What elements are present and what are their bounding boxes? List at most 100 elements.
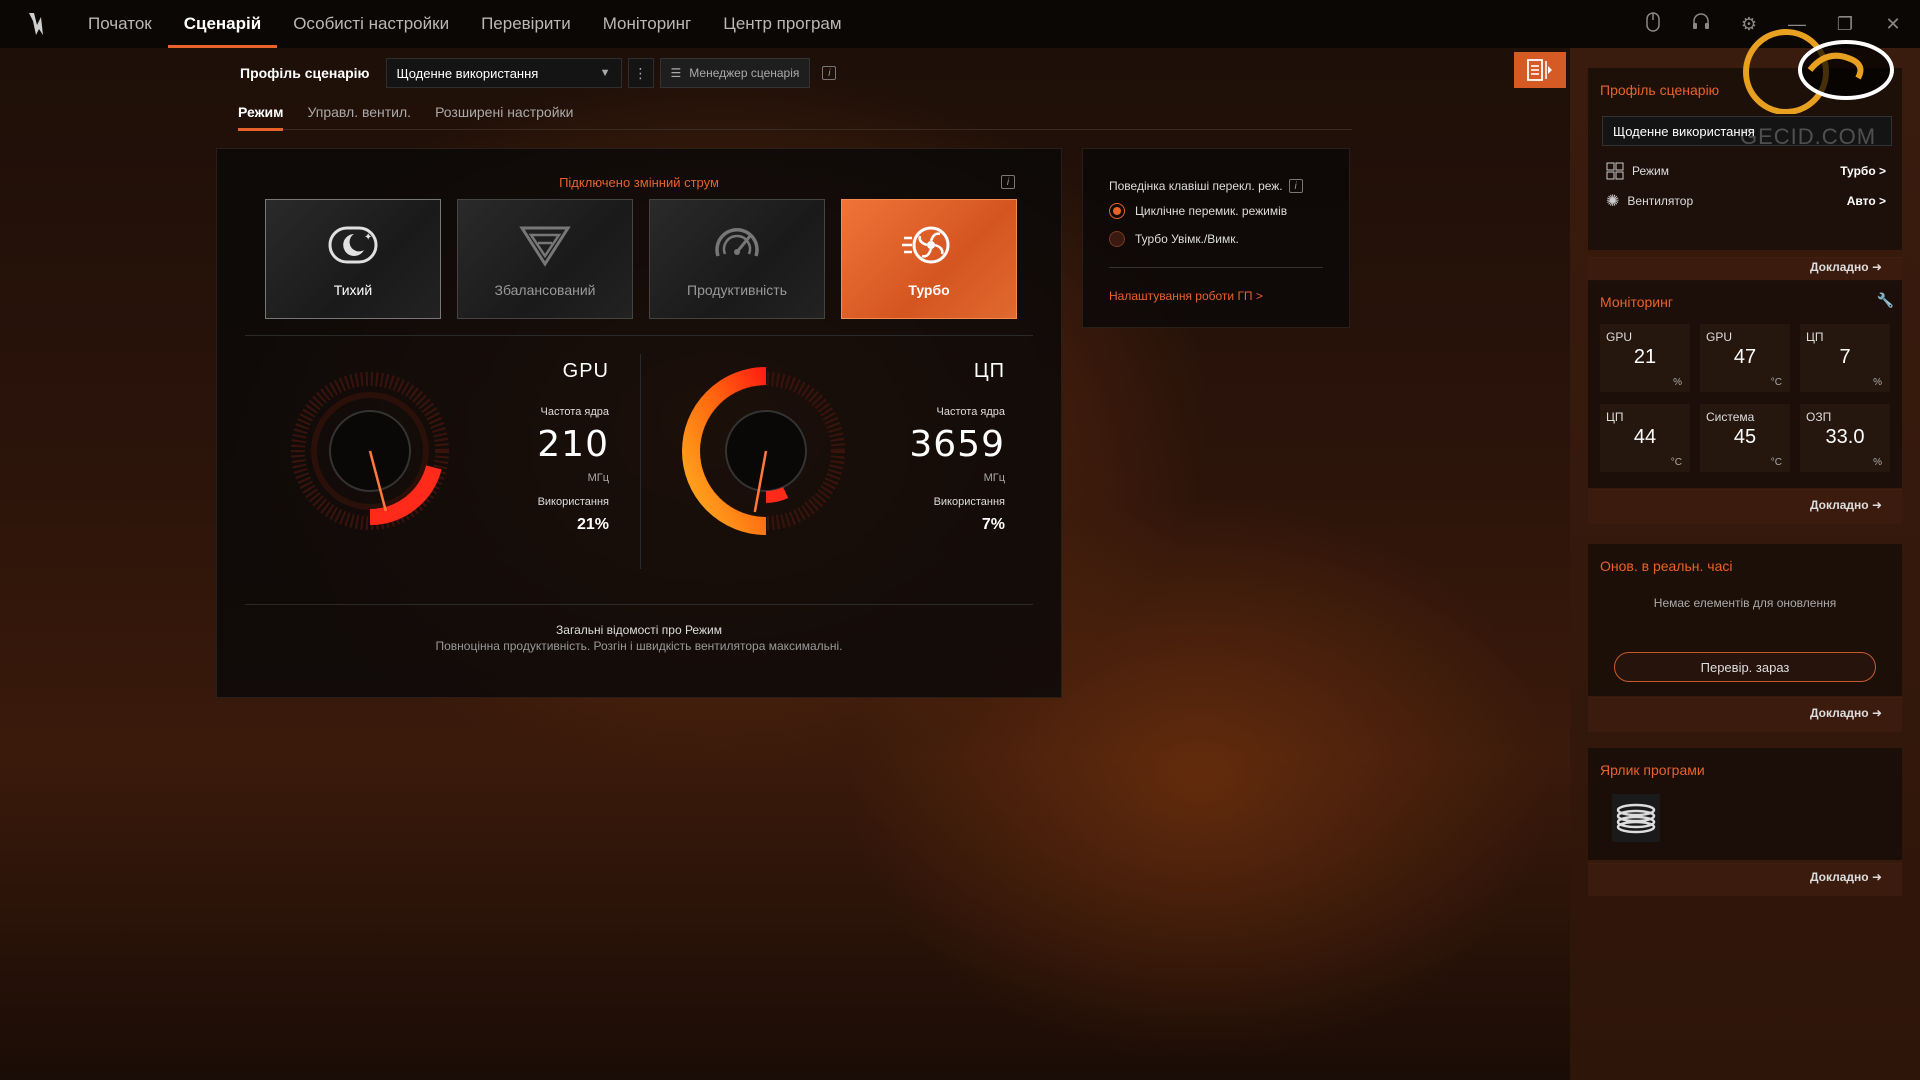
mode-panel: Підключено змінний струм i ✦ Тихий Збала… bbox=[216, 148, 1062, 698]
nav-item-check[interactable]: Перевірити bbox=[465, 0, 587, 48]
moon-icon: ✦ bbox=[328, 226, 378, 264]
scenario-profile-label: Профіль сценарію bbox=[240, 65, 370, 81]
nav-item-scenario[interactable]: Сценарій bbox=[167, 0, 278, 48]
fan-icon: ✺ bbox=[1606, 193, 1620, 210]
cpu-clock-unit: МГц bbox=[983, 472, 1005, 484]
sidebar-profile-title: Профіль сценарію bbox=[1600, 82, 1720, 98]
watermark-text: GECID.COM bbox=[1740, 124, 1877, 149]
info-icon[interactable]: i bbox=[1288, 179, 1303, 193]
card-footer: Докладно ➜ bbox=[1588, 860, 1902, 896]
coil-icon bbox=[1616, 803, 1656, 834]
nav-item-personal-settings[interactable]: Особисті настройки bbox=[277, 0, 465, 48]
sidebar-row-mode[interactable]: Режим Турбо > bbox=[1606, 160, 1886, 182]
nav-item-monitoring[interactable]: Моніторинг bbox=[587, 0, 708, 48]
mode-quiet-button[interactable]: ✦ Тихий bbox=[265, 199, 441, 319]
radio-turbo-toggle-label: Турбо Увімк./Вимк. bbox=[1135, 232, 1239, 246]
balance-icon bbox=[519, 226, 571, 267]
sidebar-row-fan-value: Авто > bbox=[1846, 194, 1886, 208]
gpu-title: GPU bbox=[562, 360, 609, 382]
radio-checked-icon bbox=[1109, 203, 1125, 219]
predator-logo-icon bbox=[29, 13, 43, 35]
card-footer: Докладно ➜ bbox=[1588, 696, 1902, 732]
more-options-button[interactable]: ⋮ bbox=[627, 58, 654, 88]
sidebar-updates-card: Онов. в реальн. часі Немає елементів для… bbox=[1588, 544, 1902, 732]
info-icon[interactable]: i bbox=[822, 66, 837, 80]
mode-selector: ✦ Тихий Збалансований Продуктивність Тур… bbox=[265, 199, 1017, 319]
right-sidebar: Профіль сценарію Щоденне використання Ре… bbox=[1570, 48, 1920, 1080]
mode-turbo-label: Турбо bbox=[908, 282, 950, 298]
mode-quiet-label: Тихий bbox=[333, 282, 373, 298]
gpu-usage-value: 21% bbox=[576, 516, 609, 533]
cpu-clock-label: Частота ядра bbox=[936, 406, 1005, 418]
gpu-usage-gauge bbox=[291, 372, 449, 530]
mode-balanced-button[interactable]: Збалансований bbox=[457, 199, 633, 319]
monitor-tile-ram-usage: ОЗП 33.0 % bbox=[1800, 404, 1890, 472]
sidebar-monitoring-title: Моніторинг bbox=[1600, 294, 1673, 310]
sidebar-row-mode-value: Турбо > bbox=[1840, 164, 1886, 178]
mode-turbo-button[interactable]: Турбо bbox=[841, 199, 1017, 319]
sidebar-monitoring-card: Моніторинг 🔧 GPU 21 % GPU 47 °C ЦП 7 % Ц… bbox=[1588, 280, 1902, 524]
cpu-usage-gauge bbox=[682, 367, 845, 535]
shortcut-more-link[interactable]: Докладно ➜ bbox=[1810, 870, 1882, 884]
app-shortcut-icon[interactable] bbox=[1612, 794, 1660, 842]
updates-empty-text: Немає елементів для оновлення bbox=[1653, 596, 1837, 610]
gpu-clock-label: Частота ядра bbox=[540, 406, 609, 418]
gpu-clock-unit: МГц bbox=[587, 472, 609, 484]
main-nav: Початок Сценарій Особисті настройки Пере… bbox=[72, 0, 858, 48]
nav-item-home[interactable]: Початок bbox=[72, 0, 168, 48]
card-footer: Докладно ➜ bbox=[1588, 488, 1902, 524]
check-now-button[interactable]: Перевір. зараз bbox=[1614, 652, 1876, 682]
svg-text:✦: ✦ bbox=[364, 232, 372, 243]
tab-fan-control[interactable]: Управл. вентил. bbox=[307, 100, 411, 130]
divider bbox=[245, 604, 1033, 605]
mode-performance-button[interactable]: Продуктивність bbox=[649, 199, 825, 319]
power-status: Підключено змінний струм bbox=[559, 175, 719, 190]
tab-mode[interactable]: Режим bbox=[238, 100, 284, 131]
monitoring-more-link[interactable]: Докладно ➜ bbox=[1810, 498, 1882, 512]
app-logo[interactable] bbox=[0, 0, 72, 48]
radio-cycle-modes-label: Циклічне перемик. режимів bbox=[1135, 204, 1288, 218]
sidebar-row-fan[interactable]: ✺ Вентилятор Авто > bbox=[1606, 190, 1886, 212]
scenario-profile-dropdown[interactable]: Щоденне використання ▼ bbox=[385, 58, 622, 88]
sidebar-row-fan-label: Вентилятор bbox=[1627, 194, 1694, 208]
scenario-manager-button[interactable]: ☰ Менеджер сценарія bbox=[659, 58, 811, 88]
key-behavior-title-text: Поведінка клавіші перекл. реж. bbox=[1109, 179, 1283, 193]
panel-collapse-icon bbox=[1527, 59, 1552, 81]
nav-item-app-center[interactable]: Центр програм bbox=[707, 0, 857, 48]
scenario-profile-selected: Щоденне використання bbox=[396, 65, 539, 81]
radio-turbo-toggle[interactable]: Турбо Увімк./Вимк. bbox=[1109, 231, 1239, 247]
scenario-manager-label: Менеджер сценарія bbox=[689, 66, 800, 80]
divider bbox=[1109, 267, 1323, 268]
gpu-gauge-section: GPU Частота ядра 210 МГц Використання 21… bbox=[245, 344, 635, 574]
mouse-icon[interactable] bbox=[1642, 11, 1664, 37]
turbo-fan-icon bbox=[902, 226, 950, 264]
cpu-usage-arc bbox=[765, 487, 789, 503]
cpu-usage-value: 7% bbox=[981, 516, 1005, 533]
radio-unchecked-icon bbox=[1109, 231, 1125, 247]
info-icon[interactable]: i bbox=[1001, 175, 1015, 189]
sidebar-updates-title: Онов. в реальн. часі bbox=[1600, 558, 1733, 574]
monitor-tile-cpu-usage: ЦП 7 % bbox=[1800, 324, 1890, 392]
gpu-settings-link[interactable]: Налаштування роботи ГП > bbox=[1109, 289, 1263, 303]
mode-balanced-label: Збалансований bbox=[494, 282, 596, 298]
monitor-tile-gpu-usage: GPU 21 % bbox=[1600, 324, 1690, 392]
key-behavior-title: Поведінка клавіші перекл. реж. i bbox=[1109, 179, 1303, 193]
cpu-usage-label: Використання bbox=[933, 496, 1005, 508]
speedometer-icon bbox=[715, 228, 759, 257]
headset-icon[interactable] bbox=[1690, 12, 1712, 37]
updates-more-link[interactable]: Докладно ➜ bbox=[1810, 706, 1882, 720]
mode-key-behavior-panel: Поведінка клавіші перекл. реж. i Циклічн… bbox=[1082, 148, 1350, 328]
sidebar-toggle-button[interactable] bbox=[1514, 52, 1566, 88]
monitor-tile-gpu-temp: GPU 47 °C bbox=[1700, 324, 1790, 392]
monitor-tile-cpu-temp: ЦП 44 °C bbox=[1600, 404, 1690, 472]
wrench-icon[interactable]: 🔧 bbox=[1877, 292, 1894, 309]
radio-cycle-modes[interactable]: Циклічне перемик. режимів bbox=[1109, 203, 1287, 219]
profile-more-link[interactable]: Докладно ➜ bbox=[1810, 260, 1882, 274]
scenario-subtabs: Режим Управл. вентил. Розширені настройк… bbox=[238, 100, 1352, 131]
cpu-gauge-section: ЦП Частота ядра 3659 МГц Використання 7% bbox=[641, 344, 1031, 574]
sidebar-shortcut-title: Ярлик програми bbox=[1600, 762, 1705, 778]
tab-advanced-settings[interactable]: Розширені настройки bbox=[435, 100, 573, 130]
mode-performance-label: Продуктивність bbox=[687, 282, 787, 298]
gpu-clock-value: 210 bbox=[537, 424, 609, 465]
watermark-logo bbox=[1743, 29, 1894, 114]
